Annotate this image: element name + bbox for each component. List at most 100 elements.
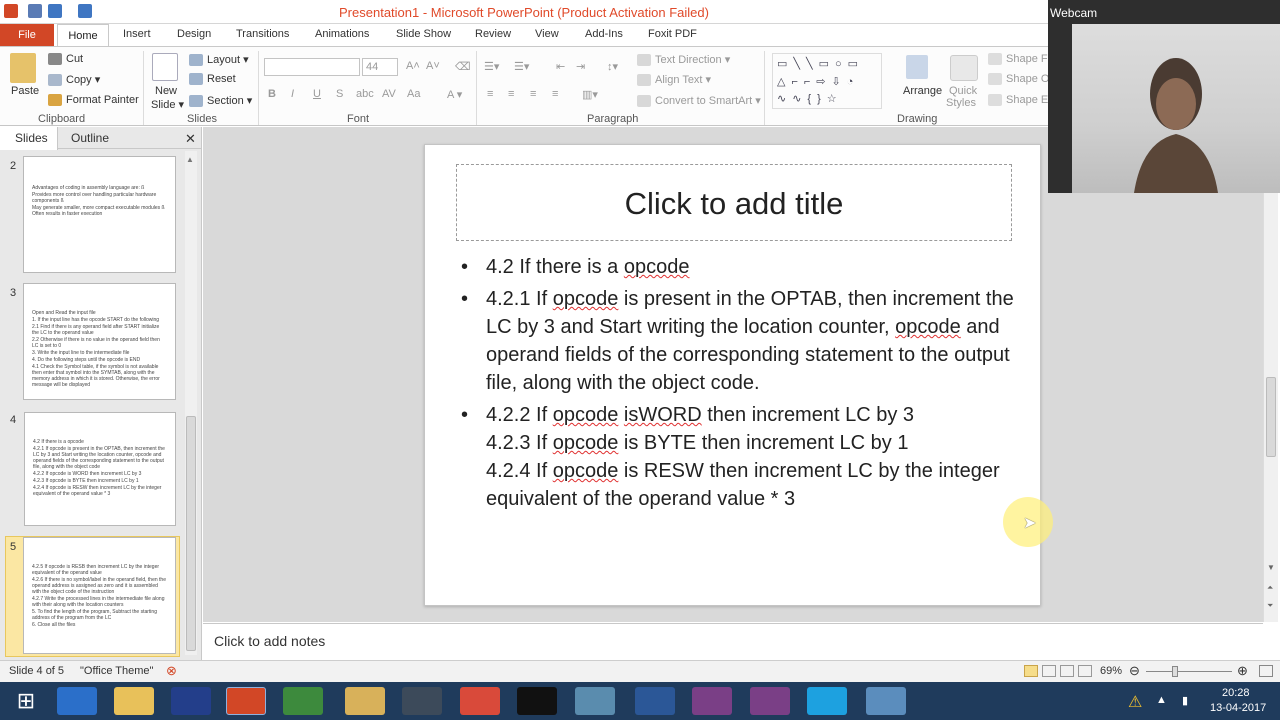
slide-thumbnail-3[interactable]: Open and Read the input file 1. If the in… — [23, 283, 176, 400]
media-player-icon[interactable] — [171, 687, 211, 715]
slide-thumbnail-4[interactable]: 4.2 If there is a opcode 4.2.1 If opcode … — [24, 412, 176, 526]
copy-button[interactable]: Copy ▾ — [48, 73, 100, 87]
new-slide-button[interactable]: New — [155, 85, 177, 97]
tab-review[interactable]: Review — [475, 28, 511, 40]
character-spacing-button[interactable]: AV — [382, 88, 396, 100]
quick-styles-button[interactable]: Quick — [949, 85, 977, 97]
reading-view-icon[interactable] — [1060, 665, 1074, 677]
notes-pane[interactable]: Click to add notes — [203, 623, 1263, 660]
shape-fill-button[interactable]: Shape Fil — [988, 53, 1052, 66]
file-explorer-icon[interactable] — [114, 687, 154, 715]
shadow-button[interactable]: S — [336, 88, 343, 100]
tab-home[interactable]: Home — [57, 24, 109, 47]
tab-design[interactable]: Design — [177, 28, 211, 40]
command-prompt-icon[interactable] — [517, 687, 557, 715]
scroll-up-icon[interactable]: ▲ — [186, 155, 194, 164]
align-right-button[interactable]: ≡ — [530, 88, 536, 100]
normal-view-icon[interactable] — [1024, 665, 1038, 677]
line-spacing-button[interactable]: ↕▾ — [607, 60, 618, 73]
zoom-slider[interactable] — [1146, 671, 1232, 672]
chrome-icon[interactable] — [460, 687, 500, 715]
tab-outline[interactable]: Outline — [71, 131, 109, 145]
recorder-icon[interactable] — [692, 687, 732, 715]
clock-time[interactable]: 20:28 — [1222, 687, 1250, 699]
thumbnails-scrollbar[interactable]: ▲ — [185, 151, 197, 655]
grow-font-button[interactable]: A˄ — [406, 60, 420, 72]
tab-insert[interactable]: Insert — [123, 28, 151, 40]
clock-date[interactable]: 13-04-2017 — [1210, 702, 1266, 714]
quick-styles-icon[interactable] — [950, 55, 978, 81]
arrange-button[interactable]: Arrange — [903, 85, 942, 97]
layout-button[interactable]: Layout ▾ — [189, 53, 249, 67]
font-family-select[interactable] — [264, 58, 360, 76]
font-size-select[interactable]: 44 — [362, 58, 398, 76]
scrollbar-thumb[interactable] — [1266, 377, 1276, 457]
bullets-button[interactable]: ☰▾ — [484, 60, 499, 73]
scroll-down-icon[interactable]: ▼ — [1267, 563, 1275, 572]
justify-button[interactable]: ≡ — [552, 88, 558, 100]
increase-indent-button[interactable]: ⇥ — [576, 60, 585, 73]
italic-button[interactable]: I — [291, 88, 294, 100]
title-placeholder[interactable]: Click to add title — [456, 164, 1012, 241]
align-left-button[interactable]: ≡ — [487, 88, 493, 100]
previous-slide-icon[interactable]: ⏶ — [1267, 583, 1273, 593]
zoom-out-icon[interactable]: ⊖ — [1129, 663, 1140, 679]
folder-icon[interactable] — [345, 687, 385, 715]
new-slide-icon[interactable] — [152, 53, 178, 81]
excel-icon[interactable] — [283, 687, 323, 715]
fit-to-window-icon[interactable] — [1259, 665, 1273, 677]
slide-thumbnail-2[interactable]: Advantages of coding in assembly languag… — [23, 156, 176, 273]
zoom-slider-thumb[interactable] — [1172, 666, 1178, 677]
cut-button[interactable]: Cut — [48, 53, 83, 66]
reset-button[interactable]: Reset — [189, 73, 236, 86]
quick-styles-button-2[interactable]: Styles — [946, 97, 976, 109]
paste-button[interactable]: Paste — [11, 85, 39, 97]
tray-arrow-icon[interactable]: ▲ — [1156, 694, 1167, 706]
start-icon[interactable]: ⊞ — [6, 687, 46, 715]
tab-add-ins[interactable]: Add-Ins — [585, 28, 623, 40]
notepad-icon[interactable] — [575, 687, 615, 715]
align-center-button[interactable]: ≡ — [508, 88, 514, 100]
slideshow-icon[interactable] — [1078, 665, 1092, 677]
font-color-button[interactable]: A ▾ — [447, 88, 462, 101]
word-icon[interactable] — [635, 687, 675, 715]
sql-icon[interactable] — [402, 687, 442, 715]
tab-slide-show[interactable]: Slide Show — [396, 28, 451, 40]
numbering-button[interactable]: ☰▾ — [514, 60, 529, 73]
section-button[interactable]: Section ▾ — [189, 94, 252, 108]
paste-icon[interactable] — [10, 53, 36, 83]
decrease-indent-button[interactable]: ⇤ — [556, 60, 565, 73]
tab-animations[interactable]: Animations — [315, 28, 369, 40]
tab-file[interactable]: File — [0, 24, 54, 46]
next-slide-icon[interactable]: ⏷ — [1267, 601, 1273, 611]
columns-button[interactable]: ▥▾ — [582, 88, 598, 101]
arrange-icon[interactable] — [906, 55, 928, 79]
zoom-level[interactable]: 69% — [1100, 665, 1122, 677]
shapes-gallery[interactable]: ▭╲╲▭○▭ △⌐⌐⇨⇩◔ ∿∿{}☆ — [772, 53, 882, 109]
editor-scrollbar[interactable]: ▼ ⏶ ⏷ — [1263, 127, 1278, 622]
change-case-button[interactable]: Aa — [407, 88, 420, 100]
internet-explorer-icon[interactable] — [57, 687, 97, 715]
slide-thumbnail-5[interactable]: 4.2.5 If opcode is RESB then increment L… — [23, 537, 176, 654]
scrollbar-thumb[interactable] — [186, 416, 196, 651]
powerpoint-taskbar-icon[interactable] — [226, 687, 266, 715]
shape-effects-button[interactable]: Shape Ef — [988, 94, 1051, 107]
tab-foxit-pdf[interactable]: Foxit PDF — [648, 28, 697, 40]
skype-icon[interactable] — [807, 687, 847, 715]
spell-check-icon[interactable]: ⊗ — [166, 663, 177, 679]
clear-formatting-icon[interactable]: ⌫ — [455, 60, 471, 73]
shape-outline-button[interactable]: Shape Ou — [988, 73, 1056, 86]
underline-button[interactable]: U — [313, 88, 321, 100]
battery-icon[interactable]: ▮ — [1182, 694, 1188, 707]
close-icon[interactable]: ✕ — [185, 131, 196, 147]
align-text-button[interactable]: Align Text ▾ — [637, 73, 711, 87]
tab-transitions[interactable]: Transitions — [236, 28, 289, 40]
tab-view[interactable]: View — [535, 28, 559, 40]
slide-canvas[interactable]: Click to add title 4.2 If there is a opc… — [424, 144, 1041, 606]
content-placeholder[interactable]: 4.2 If there is a opcode 4.2.1 If opcode… — [461, 253, 1021, 517]
convert-smartart-button[interactable]: Convert to SmartArt ▾ — [637, 94, 761, 108]
warning-icon[interactable]: ⚠ — [1128, 692, 1142, 712]
virtualbox-icon[interactable] — [866, 687, 906, 715]
recorder-2-icon[interactable] — [750, 687, 790, 715]
slide-sorter-icon[interactable] — [1042, 665, 1056, 677]
